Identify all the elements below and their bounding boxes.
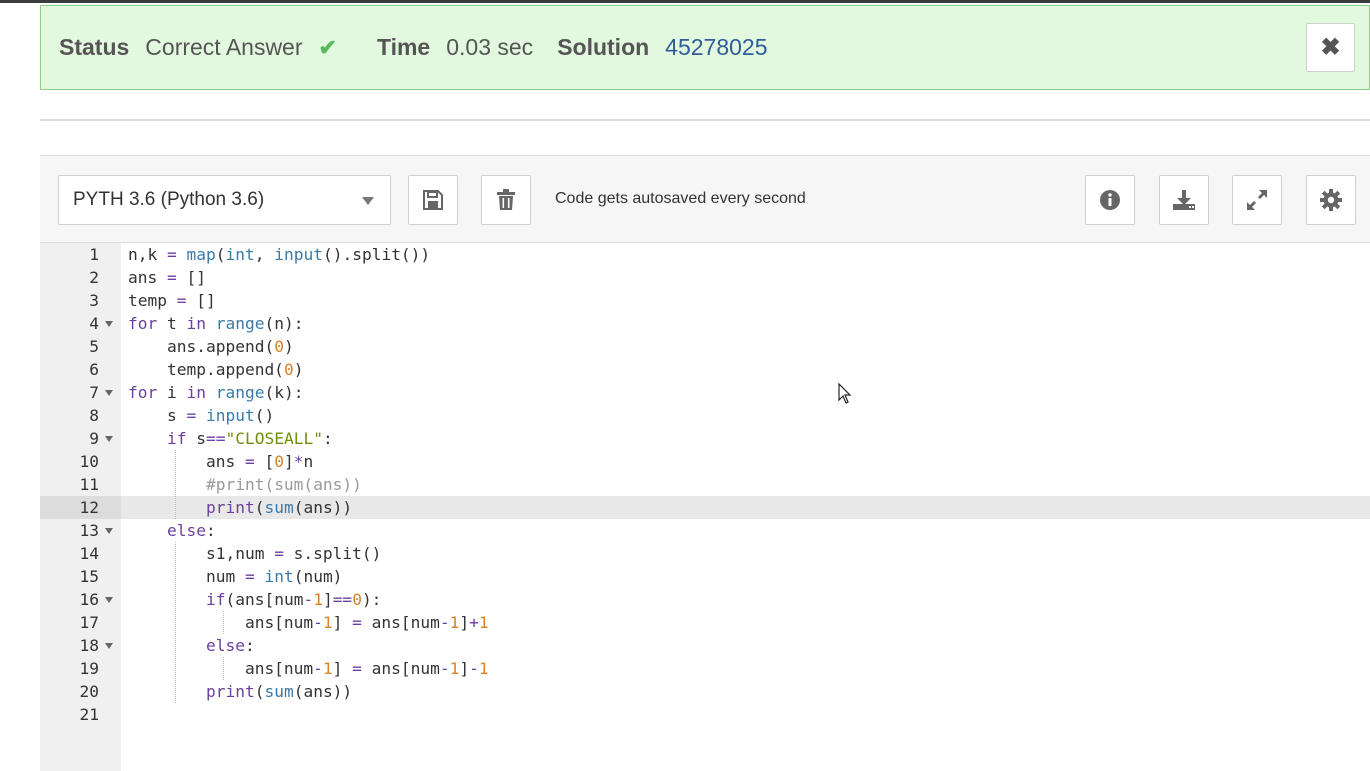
- status-value: Correct Answer: [145, 34, 303, 60]
- code-line[interactable]: 12 print(sum(ans)): [0, 496, 1370, 519]
- line-number: 2: [89, 268, 99, 287]
- code-text: ans.append(0): [128, 337, 294, 356]
- code-line[interactable]: 13 else:: [0, 519, 1370, 542]
- code-line[interactable]: 20 print(sum(ans)): [0, 680, 1370, 703]
- line-number: 21: [79, 705, 100, 724]
- line-number: 16: [79, 590, 100, 609]
- fold-toggle-icon[interactable]: [105, 643, 113, 649]
- download-button[interactable]: [1159, 175, 1209, 225]
- info-icon: [1100, 190, 1120, 210]
- fold-toggle-icon[interactable]: [105, 528, 113, 534]
- fold-toggle-icon[interactable]: [105, 436, 113, 442]
- code-text: else:: [166, 521, 216, 540]
- line-number: 18: [79, 636, 100, 655]
- delete-button[interactable]: [481, 175, 531, 225]
- code-line[interactable]: 7 for i in range(k):: [0, 381, 1370, 404]
- fold-toggle-icon[interactable]: [105, 597, 113, 603]
- line-number: 4: [89, 314, 99, 333]
- fullscreen-button[interactable]: [1232, 175, 1282, 225]
- code-text: print(sum(ans)): [205, 682, 353, 701]
- code-text: s1,num = s.split(): [128, 544, 382, 563]
- close-button[interactable]: ✖: [1306, 23, 1355, 72]
- gear-icon: [1320, 189, 1342, 211]
- code-text: num = int(num): [128, 567, 343, 586]
- code-line[interactable]: 17 ans[num-1] = ans[num-1]+1: [0, 611, 1370, 634]
- code-line[interactable]: 1 n,k = map(int, input().split()): [0, 243, 1370, 266]
- code-line[interactable]: 16 if(ans[num-1]==0):: [0, 588, 1370, 611]
- line-number: 13: [79, 521, 100, 540]
- check-icon: ✔: [318, 34, 337, 60]
- line-number: 17: [79, 613, 100, 632]
- code-line[interactable]: 9 if s=="CLOSEALL":: [0, 427, 1370, 450]
- info-button[interactable]: [1085, 175, 1135, 225]
- solution-label: Solution: [557, 34, 650, 60]
- language-select[interactable]: PYTH 3.6 (Python 3.6): [58, 175, 391, 225]
- code-line[interactable]: 14 s1,num = s.split(): [0, 542, 1370, 565]
- code-line[interactable]: 8 s = input(): [0, 404, 1370, 427]
- trash-icon: [497, 189, 515, 210]
- line-number: 15: [79, 567, 100, 586]
- line-number: 7: [89, 383, 99, 402]
- code-text: else:: [205, 636, 255, 655]
- time-label: Time: [376, 34, 431, 60]
- code-line[interactable]: 19 ans[num-1] = ans[num-1]-1: [0, 657, 1370, 680]
- line-number: 6: [89, 360, 99, 379]
- code-text: #print(sum(ans)): [205, 475, 362, 494]
- code-text: if s=="CLOSEALL":: [166, 429, 333, 448]
- code-text: temp = []: [128, 291, 216, 310]
- code-text: ans[num-1] = ans[num-1]-1: [128, 659, 489, 678]
- line-number: 19: [79, 659, 100, 678]
- code-text: ans = [0]*n: [128, 452, 314, 471]
- chevron-down-icon: [362, 197, 374, 205]
- code-text: if(ans[num-1]==0):: [205, 590, 382, 609]
- code-text: s = input(): [128, 406, 275, 425]
- line-number: 20: [79, 682, 100, 701]
- code-line[interactable]: 5 ans.append(0): [0, 335, 1370, 358]
- code-line[interactable]: 3 temp = []: [0, 289, 1370, 312]
- download-icon: [1173, 190, 1195, 210]
- code-line[interactable]: 10 ans = [0]*n: [0, 450, 1370, 473]
- mouse-pointer-icon: [838, 383, 852, 404]
- code-text: for i in range(k):: [128, 383, 304, 402]
- code-line[interactable]: 11 #print(sum(ans)): [0, 473, 1370, 496]
- line-number: 10: [79, 452, 100, 471]
- close-icon: ✖: [1320, 34, 1341, 61]
- line-number: 8: [89, 406, 99, 425]
- status-label: Status: [59, 34, 130, 60]
- line-number: 11: [79, 475, 100, 494]
- line-number: 14: [79, 544, 100, 563]
- code-line[interactable]: 21: [0, 703, 1370, 726]
- code-line[interactable]: 18 else:: [0, 634, 1370, 657]
- line-number: 3: [89, 291, 99, 310]
- line-number: 12: [79, 498, 100, 517]
- result-status-bar: Status Correct Answer ✔ Time 0.03 sec So…: [40, 5, 1370, 90]
- line-number: 1: [89, 245, 99, 264]
- line-number: 9: [89, 429, 99, 448]
- solution-link[interactable]: 45278025: [665, 34, 767, 61]
- code-line[interactable]: 4 for t in range(n):: [0, 312, 1370, 335]
- settings-button[interactable]: [1306, 175, 1356, 225]
- code-text: temp.append(0): [128, 360, 304, 379]
- code-text: for t in range(n):: [128, 314, 304, 333]
- code-text: print(sum(ans)): [205, 498, 353, 517]
- code-text: ans[num-1] = ans[num-1]+1: [128, 613, 489, 632]
- save-button[interactable]: [408, 175, 458, 225]
- line-number: 5: [89, 337, 99, 356]
- fold-toggle-icon[interactable]: [105, 321, 113, 327]
- time-value: 0.03 sec: [446, 34, 534, 60]
- save-icon: [423, 190, 443, 210]
- section-divider: [40, 119, 1370, 121]
- code-line[interactable]: 15 num = int(num): [0, 565, 1370, 588]
- expand-icon: [1247, 190, 1267, 210]
- top-rule: [0, 0, 1370, 3]
- language-select-value: PYTH 3.6 (Python 3.6): [73, 189, 265, 210]
- autosave-notice: Code gets autosaved every second: [555, 190, 806, 207]
- code-line[interactable]: 6 temp.append(0): [0, 358, 1370, 381]
- code-text: ans = []: [128, 268, 206, 287]
- code-line[interactable]: 2 ans = []: [0, 266, 1370, 289]
- code-text: n,k = map(int, input().split()): [128, 245, 431, 264]
- fold-toggle-icon[interactable]: [105, 390, 113, 396]
